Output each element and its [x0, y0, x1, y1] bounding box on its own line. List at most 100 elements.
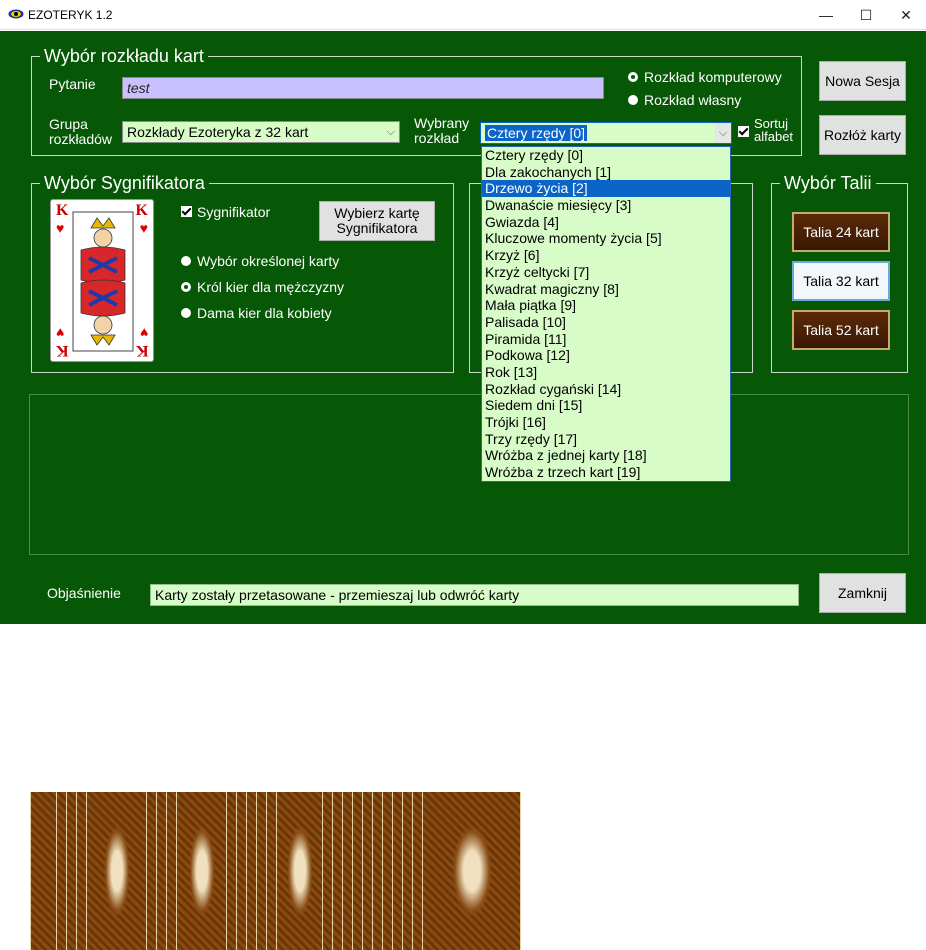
eye-logo-icon: [8, 9, 24, 19]
close-window-button[interactable]: ✕: [886, 0, 926, 30]
card-deck[interactable]: [30, 396, 521, 950]
explanation-field[interactable]: Karty zostały przetasowane - przemieszaj…: [150, 584, 799, 606]
radio-specific-label: Wybór określonej karty: [197, 253, 340, 269]
card-back[interactable]: [246, 792, 256, 950]
selected-label-line1: Wybrany: [414, 115, 470, 131]
maximize-button[interactable]: ☐: [846, 0, 886, 30]
choose-significator-line2: Sygnifikatora: [336, 220, 418, 236]
card-back[interactable]: [362, 792, 372, 950]
radio-dot: [628, 95, 638, 105]
question-input[interactable]: test: [122, 77, 604, 99]
checkbox-box: [181, 206, 192, 217]
dropdown-item[interactable]: Gwiazda [4]: [482, 214, 730, 231]
dropdown-item[interactable]: Podkowa [12]: [482, 347, 730, 364]
card-back[interactable]: [30, 792, 56, 950]
dropdown-item[interactable]: Palisada [10]: [482, 314, 730, 331]
card-back[interactable]: [266, 792, 276, 950]
card-rank-bottom: K: [56, 342, 69, 359]
card-back[interactable]: [392, 792, 402, 950]
radio-computer-layout[interactable]: Rozkład komputerowy: [628, 69, 782, 85]
card-back[interactable]: [256, 792, 266, 950]
king-of-hearts-card: K ♥ K ♥ ♥ K ♥ K: [50, 199, 154, 362]
card-back[interactable]: [322, 792, 332, 950]
deal-cards-button[interactable]: Rozłóż karty: [819, 115, 906, 155]
deck-group-legend: Wybór Talii: [780, 172, 876, 194]
chevron-down-icon[interactable]: ⌵: [715, 123, 731, 143]
radio-queen-hearts[interactable]: Dama kier dla kobiety: [181, 305, 332, 321]
card-back[interactable]: [86, 792, 146, 950]
group-label-line1: Grupa: [49, 116, 88, 132]
window-title: EZOTERYK 1.2: [28, 8, 113, 22]
dropdown-item[interactable]: Rozkład cygański [14]: [482, 381, 730, 398]
card-back[interactable]: [382, 792, 392, 950]
choose-significator-button[interactable]: Wybierz kartę Sygnifikatora: [319, 201, 435, 241]
title-bar: EZOTERYK 1.2 — ☐ ✕: [0, 0, 926, 30]
minimize-button[interactable]: —: [806, 0, 846, 30]
deck-24-button[interactable]: Talia 24 kart: [792, 212, 890, 252]
card-back[interactable]: [236, 792, 246, 950]
group-select-value: Rozkłady Ezoteryka z 32 kart: [127, 124, 309, 140]
explanation-label: Objaśnienie: [47, 585, 121, 601]
question-label: Pytanie: [49, 76, 96, 92]
checkbox-box: [738, 126, 749, 137]
layout-select[interactable]: Cztery rzędy [0] ⌵: [480, 122, 732, 144]
radio-king-hearts[interactable]: Król kier dla mężczyzny: [181, 279, 344, 295]
radio-dot: [181, 282, 191, 292]
layout-dropdown-list[interactable]: Cztery rzędy [0] Dla zakochanych [1] Drzew…: [481, 146, 731, 482]
card-back[interactable]: [166, 792, 176, 950]
dropdown-item[interactable]: Rok [13]: [482, 364, 730, 381]
card-back[interactable]: [146, 792, 156, 950]
dropdown-item[interactable]: Kluczowe momenty życia [5]: [482, 230, 730, 247]
dropdown-item[interactable]: Wróżba z trzech kart [19]: [482, 464, 730, 481]
radio-computer-label: Rozkład komputerowy: [644, 69, 782, 85]
dropdown-item[interactable]: Drzewo życia [2]: [482, 180, 730, 198]
dropdown-item[interactable]: Krzyż celtycki [7]: [482, 264, 730, 281]
card-back[interactable]: [76, 792, 86, 950]
card-back[interactable]: [56, 792, 66, 950]
selected-label-line2: rozkład: [414, 130, 460, 146]
radio-dot: [181, 256, 191, 266]
group-label-line2: rozkładów: [49, 131, 113, 147]
dropdown-item[interactable]: Krzyż [6]: [482, 247, 730, 264]
close-button[interactable]: Zamknij: [819, 573, 906, 613]
card-back[interactable]: [332, 792, 342, 950]
dropdown-item[interactable]: Kwadrat magiczny [8]: [482, 281, 730, 298]
card-back[interactable]: [412, 792, 422, 950]
deck-32-button[interactable]: Talia 32 kart: [792, 261, 890, 301]
dropdown-item[interactable]: Siedem dni [15]: [482, 397, 730, 414]
card-rank-bottom-right: K: [135, 342, 148, 359]
dropdown-item[interactable]: Wróżba z jednej karty [18]: [482, 447, 730, 464]
dropdown-item[interactable]: Cztery rzędy [0]: [482, 147, 730, 164]
significator-checkbox[interactable]: Sygnifikator: [181, 204, 270, 220]
dropdown-item[interactable]: Trójki [16]: [482, 414, 730, 431]
significator-group-legend: Wybór Sygnifikatora: [40, 172, 209, 194]
radio-own-layout[interactable]: Rozkład własny: [628, 92, 741, 108]
new-session-button[interactable]: Nowa Sesja: [819, 61, 906, 101]
heart-icon: ♥: [139, 325, 148, 341]
card-back[interactable]: [176, 792, 226, 950]
card-back[interactable]: [66, 792, 76, 950]
sort-checkbox[interactable]: Sortuj alfabet: [738, 117, 793, 143]
card-back[interactable]: [352, 792, 362, 950]
app-window: EZOTERYK 1.2 — ☐ ✕ Wybór rozkładu kart P…: [0, 0, 926, 950]
card-back[interactable]: [156, 792, 166, 950]
dropdown-item[interactable]: Mała piątka [9]: [482, 297, 730, 314]
sort-label-line2: alfabet: [754, 129, 794, 144]
radio-own-label: Rozkład własny: [644, 92, 742, 108]
card-back[interactable]: [422, 792, 521, 950]
card-back[interactable]: [226, 792, 236, 950]
group-select[interactable]: Rozkłady Ezoteryka z 32 kart ⌵: [122, 121, 400, 143]
dropdown-item[interactable]: Dwanaście miesięcy [3]: [482, 197, 730, 214]
radio-specific-card[interactable]: Wybór określonej karty: [181, 253, 339, 269]
card-back[interactable]: [402, 792, 412, 950]
card-back[interactable]: [276, 792, 322, 950]
dropdown-item[interactable]: Piramida [11]: [482, 331, 730, 348]
card-back[interactable]: [372, 792, 382, 950]
layout-group-legend: Wybór rozkładu kart: [40, 45, 208, 67]
dropdown-item[interactable]: Trzy rzędy [17]: [482, 431, 730, 448]
deck-52-button[interactable]: Talia 52 kart: [792, 310, 890, 350]
chevron-down-icon[interactable]: ⌵: [387, 122, 395, 142]
dropdown-item[interactable]: Dla zakochanych [1]: [482, 164, 730, 181]
card-back[interactable]: [342, 792, 352, 950]
choose-significator-line1: Wybierz kartę: [334, 205, 420, 221]
